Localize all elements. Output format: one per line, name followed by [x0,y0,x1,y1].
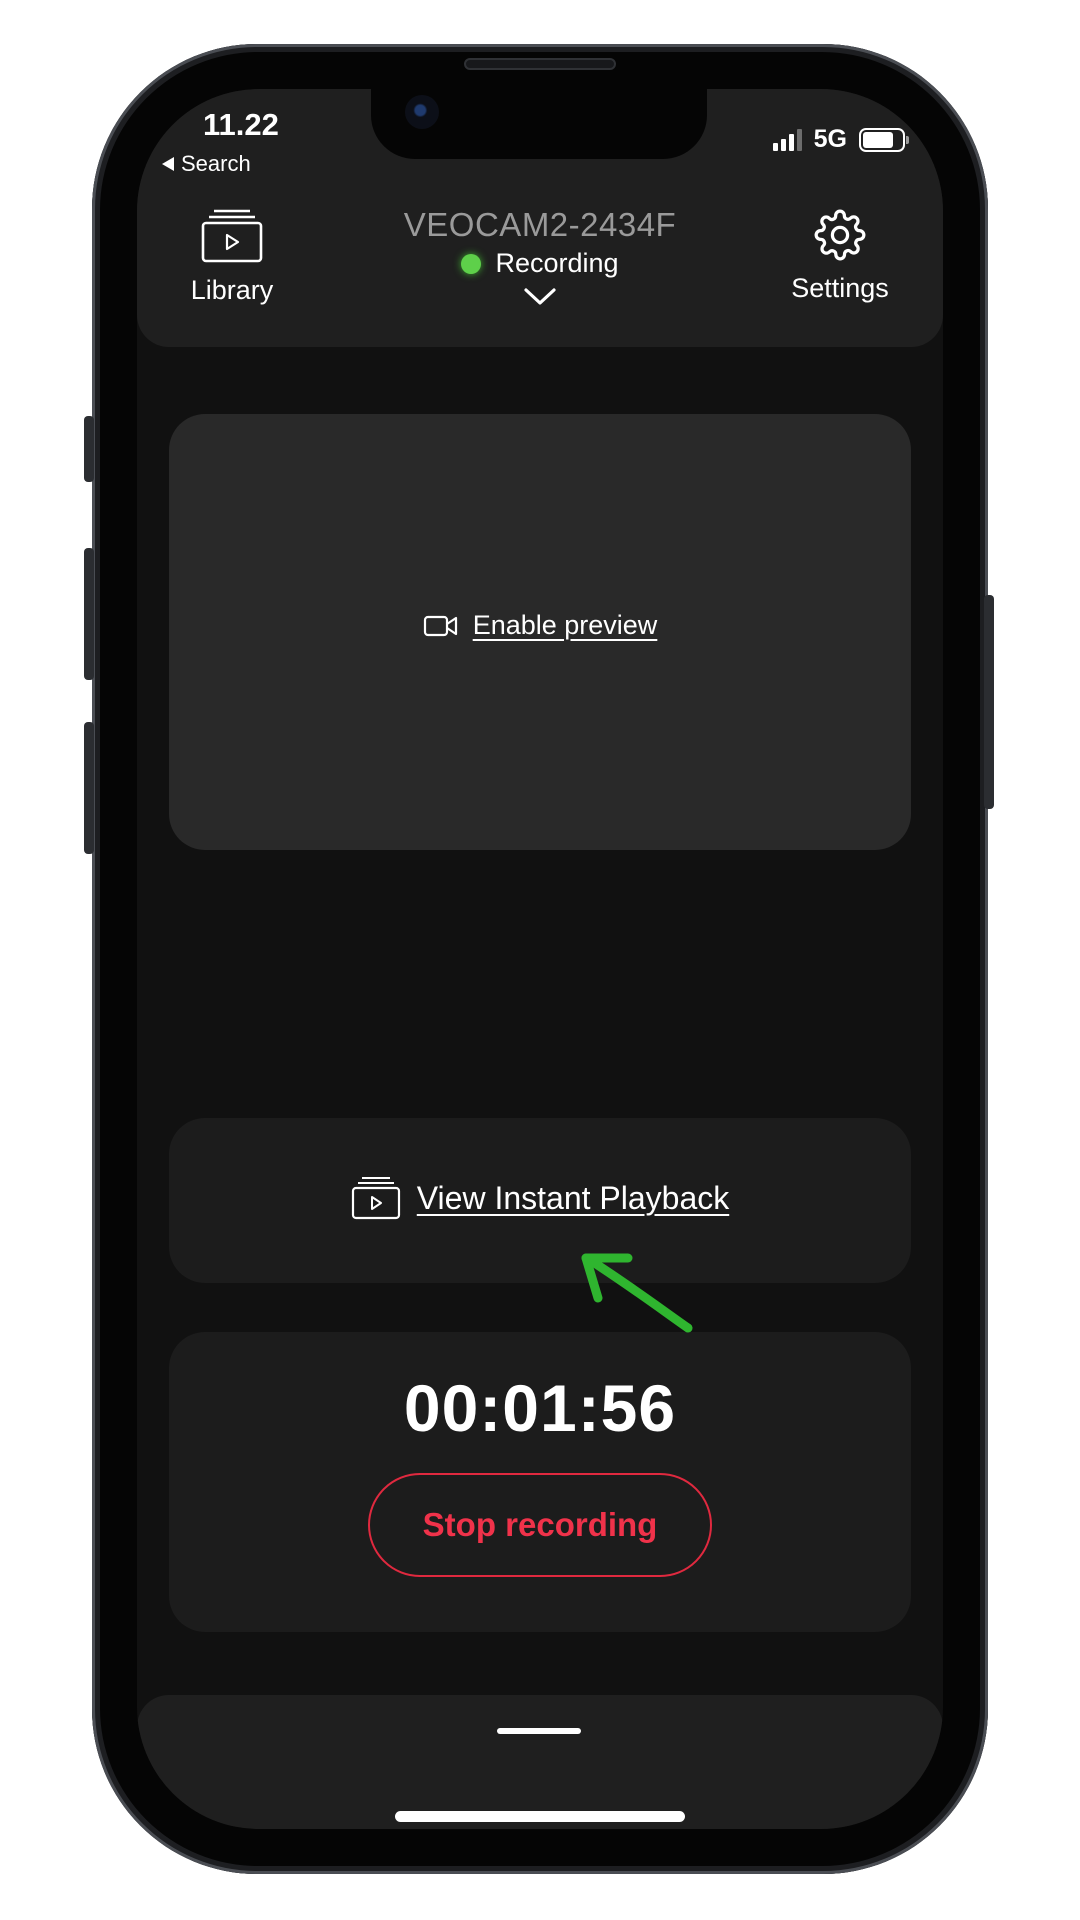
device-status: Recording [337,248,743,279]
phone-side-button [84,548,94,680]
front-camera [405,95,439,129]
bottom-sheet[interactable] [137,1695,943,1829]
phone-side-button [84,416,94,482]
back-to-search-link[interactable]: Search [161,151,251,177]
phone-power-button [984,595,994,809]
back-triangle-icon [162,157,174,171]
phone-notch [371,89,707,159]
status-time: 11.22 [203,107,279,142]
library-button[interactable]: Library [179,209,285,306]
settings-label: Settings [791,273,889,303]
home-indicator[interactable] [395,1811,685,1822]
back-label: Search [181,151,251,176]
recording-control-card: 00:01:56 Stop recording [169,1332,911,1632]
gear-icon [814,209,866,261]
playback-icon [351,1177,400,1220]
stop-recording-button[interactable]: Stop recording [368,1473,712,1577]
annotation-arrow-icon [581,1253,693,1333]
camera-preview-area: Enable preview [169,414,911,850]
phone-side-button [84,722,94,854]
device-selector[interactable]: VEOCAM2-2434F Recording [337,206,743,307]
phone-speaker [464,58,616,70]
instant-playback-card: View Instant Playback [169,1118,911,1283]
device-status-label: Recording [495,248,619,278]
view-instant-playback-label: View Instant Playback [416,1179,730,1216]
chevron-down-icon [524,288,556,305]
library-icon [201,209,263,263]
library-label: Library [190,275,274,305]
bottom-sheet-handle[interactable] [497,1728,581,1734]
battery-icon [859,127,909,152]
enable-preview-link[interactable]: Enable preview [169,610,911,641]
video-camera-icon [423,615,457,636]
device-name: VEOCAM2-2434F [403,206,677,243]
status-indicators: 5G [772,125,909,154]
settings-button[interactable]: Settings [781,209,899,304]
recording-timer: 00:01:56 [403,1371,677,1445]
enable-preview-label: Enable preview [472,610,658,640]
view-instant-playback-link[interactable]: View Instant Playback [169,1176,911,1220]
cellular-signal-icon [772,128,802,151]
recording-indicator-dot [461,253,482,274]
app-screen: 11.22 Search 5G Library VEOCAM2-2434F Re… [137,89,943,1829]
network-type: 5G [813,125,847,153]
